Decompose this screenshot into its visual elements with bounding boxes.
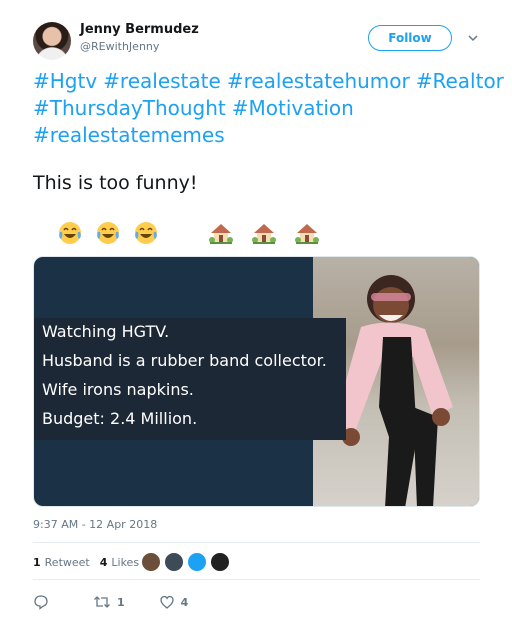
retweet-button[interactable]: 1: [93, 594, 125, 610]
heart-icon: [160, 595, 174, 609]
divider: [33, 579, 480, 580]
hashtag-link[interactable]: #realestate: [103, 69, 221, 93]
retweet-count: 1: [117, 595, 125, 609]
house-with-garden-emoji-icon: [252, 224, 276, 244]
house-with-garden-emoji-icon: [209, 224, 233, 244]
retweets-label: Retweet: [44, 556, 90, 569]
retweet-icon: [94, 596, 110, 608]
tears-of-joy-emoji-icon: [97, 222, 119, 244]
liker-avatars: [141, 552, 233, 572]
liker-avatar[interactable]: [164, 552, 184, 572]
tweet-media-image[interactable]: Watching HGTV. Husband is a rubber band …: [33, 256, 480, 507]
meme-line: Husband is a rubber band collector.: [42, 351, 327, 370]
hashtag-link[interactable]: #realestatememes: [33, 123, 225, 147]
tweet-timestamp[interactable]: 9:37 AM - 12 Apr 2018: [33, 518, 157, 531]
tweet-hashtags: #Hgtv #realestate #realestatehumor #Realtor…: [33, 68, 504, 149]
author-name[interactable]: Jenny Bermudez: [80, 22, 199, 37]
meme-line: Watching HGTV.: [42, 322, 170, 341]
house-with-garden-emoji-icon: [295, 224, 319, 244]
meme-line: Wife irons napkins.: [42, 380, 194, 399]
hashtag-link[interactable]: #Hgtv: [33, 69, 97, 93]
follow-button[interactable]: Follow: [368, 25, 452, 51]
author-avatar[interactable]: [33, 22, 71, 60]
liker-avatar[interactable]: [187, 552, 207, 572]
retweets-count: 1: [33, 556, 41, 569]
liker-avatar[interactable]: [141, 552, 161, 572]
likes-count: 4: [99, 556, 108, 569]
meme-caption-panel: Watching HGTV. Husband is a rubber band …: [34, 318, 346, 440]
tears-of-joy-emoji-icon: [135, 222, 157, 244]
liker-avatar[interactable]: [210, 552, 230, 572]
divider: [33, 542, 480, 543]
like-count: 4: [180, 595, 189, 609]
emoji-row: [57, 219, 337, 247]
hashtag-link[interactable]: #realestatehumor: [227, 69, 410, 93]
tweet-actions: 1 4: [33, 594, 188, 610]
meme-line: Budget: 2.4 Million.: [42, 409, 198, 428]
tears-of-joy-emoji-icon: [59, 222, 81, 244]
reply-button[interactable]: [33, 594, 49, 610]
chevron-down-icon[interactable]: [466, 31, 480, 45]
retweets-stat[interactable]: 1 Retweet: [33, 556, 90, 569]
author-handle[interactable]: @REwithJenny: [80, 40, 159, 53]
hashtag-link[interactable]: #Realtor: [416, 69, 504, 93]
reply-icon: [34, 595, 48, 610]
hashtag-link[interactable]: #Motivation: [232, 96, 354, 120]
tweet-stats: 1 Retweet 4 Likes: [33, 556, 149, 569]
tweet-text: This is too funny!: [33, 172, 198, 194]
hashtag-link[interactable]: #ThursdayThought: [33, 96, 226, 120]
likes-label: Likes: [111, 556, 140, 569]
likes-stat[interactable]: 4 Likes: [100, 556, 139, 569]
like-button[interactable]: 4: [159, 594, 189, 610]
